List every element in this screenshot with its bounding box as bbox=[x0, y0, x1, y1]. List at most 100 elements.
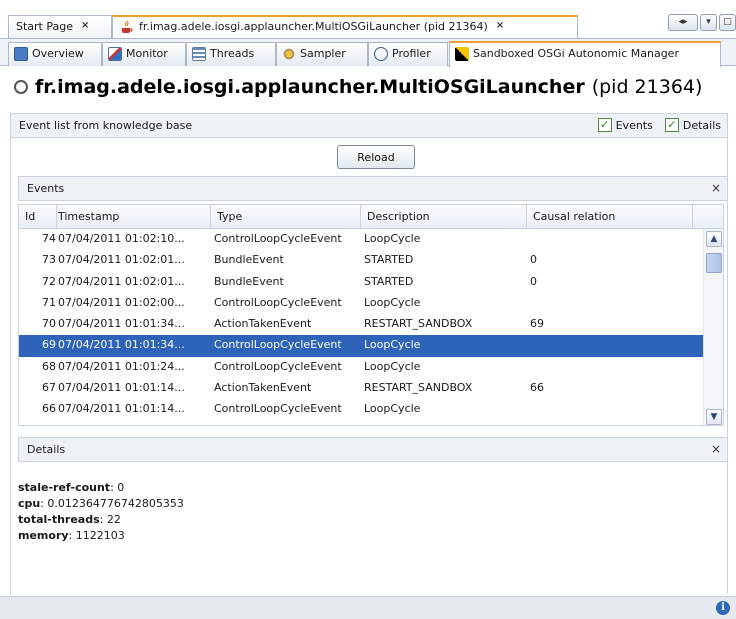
table-row[interactable]: 67 07/04/2011 01:01:14... ActionTakenEvent… bbox=[19, 378, 723, 399]
tab-label: Start Page bbox=[16, 20, 73, 33]
cell-description: STARTED bbox=[364, 253, 414, 267]
detail-key: cpu bbox=[18, 497, 41, 510]
tab-overview[interactable]: Overview bbox=[8, 42, 102, 66]
tab-label: Profiler bbox=[392, 47, 431, 60]
tab-profiler[interactable]: Profiler bbox=[368, 42, 448, 66]
cell-timestamp: 07/04/2011 01:02:01... bbox=[58, 274, 185, 288]
cell-timestamp: 07/04/2011 01:02:00... bbox=[58, 295, 185, 309]
cell-type: ControlLoopCycleEvent bbox=[214, 232, 342, 245]
sampler-icon bbox=[282, 47, 296, 61]
cell-id: 73 bbox=[42, 253, 56, 267]
events-checkbox-label: Events bbox=[615, 118, 653, 132]
detail-key: memory bbox=[18, 529, 69, 542]
details-checkbox[interactable]: ✓ Details bbox=[664, 118, 721, 132]
cell-causal-relation bbox=[527, 335, 693, 356]
detail-key: stale-ref-count bbox=[18, 481, 111, 494]
scroll-tabs-button[interactable]: ◂▸ bbox=[668, 14, 698, 31]
vertical-scrollbar[interactable]: ▲ ▼ bbox=[703, 229, 723, 425]
cell-id: 66 bbox=[42, 402, 56, 416]
cell-id: 69 bbox=[42, 338, 56, 352]
tab-label: Sandboxed OSGi Autonomic Manager bbox=[473, 47, 679, 60]
column-header-id[interactable]: Id bbox=[19, 205, 57, 228]
tab-application[interactable]: fr.imag.adele.iosgi.applauncher.MultiOSG… bbox=[112, 15, 578, 38]
tab-sampler[interactable]: Sampler bbox=[276, 42, 368, 66]
cell-causal-relation bbox=[527, 357, 693, 378]
overview-icon bbox=[14, 47, 28, 61]
cell-causal-relation: 0 bbox=[530, 274, 537, 288]
scroll-up-icon[interactable]: ▲ bbox=[706, 231, 722, 247]
cell-description: STARTED bbox=[364, 274, 414, 288]
tab-list-dropdown-icon[interactable]: ▾ bbox=[700, 14, 717, 31]
tab-start-page[interactable]: Start Page × bbox=[8, 15, 112, 38]
close-icon[interactable]: × bbox=[496, 20, 504, 31]
java-cup-icon bbox=[120, 20, 134, 34]
maximize-icon[interactable]: □ bbox=[719, 14, 736, 31]
column-header-causal-relation[interactable]: Causal relation bbox=[527, 205, 693, 228]
reload-button[interactable]: Reload bbox=[337, 145, 415, 169]
events-section-bar: Events × bbox=[18, 176, 728, 201]
close-icon[interactable]: × bbox=[711, 442, 721, 456]
events-table: Id Timestamp Type Description Causal rel… bbox=[18, 204, 724, 426]
cell-type: ActionTakenEvent bbox=[214, 381, 312, 395]
table-row[interactable]: 69 07/04/2011 01:01:34... ControlLoopCycle… bbox=[19, 335, 723, 357]
view-tab-strip: Overview Monitor Threads Sampler Profile… bbox=[0, 38, 736, 67]
cell-description: RESTART_SANDBOX bbox=[364, 381, 473, 395]
status-circle-icon bbox=[14, 80, 28, 94]
detail-line: stale-ref-count: 0 bbox=[18, 480, 184, 496]
table-row[interactable]: 71 07/04/2011 01:02:00... ControlLoopCycle… bbox=[19, 293, 723, 314]
cell-timestamp: 07/04/2011 01:02:01... bbox=[58, 253, 185, 267]
checkmark-icon[interactable]: ✓ bbox=[597, 118, 612, 132]
app-name: fr.imag.adele.iosgi.applauncher.MultiOSG… bbox=[35, 76, 585, 98]
cell-causal-relation bbox=[527, 229, 693, 250]
checkmark-icon[interactable]: ✓ bbox=[664, 118, 679, 132]
knowledge-base-bar: Event list from knowledge base ✓ Events … bbox=[10, 113, 728, 138]
scroll-down-icon[interactable]: ▼ bbox=[706, 409, 722, 425]
status-bar: i bbox=[0, 596, 736, 619]
osgi-manager-icon bbox=[455, 47, 469, 61]
scroll-thumb[interactable] bbox=[706, 253, 722, 273]
cell-type: ControlLoopCycleEvent bbox=[214, 338, 342, 352]
table-row[interactable]: 74 07/04/2011 01:02:10... ControlLoopCycle… bbox=[19, 229, 723, 250]
column-header-description[interactable]: Description bbox=[361, 205, 527, 228]
cell-id: 71 bbox=[42, 295, 56, 309]
monitor-icon bbox=[108, 47, 122, 61]
table-header: Id Timestamp Type Description Causal rel… bbox=[19, 205, 723, 229]
tab-monitor[interactable]: Monitor bbox=[102, 42, 186, 66]
detail-value: : 1122103 bbox=[68, 529, 125, 542]
cell-timestamp: 07/04/2011 01:01:14... bbox=[58, 381, 185, 395]
cell-type: BundleEvent bbox=[214, 274, 284, 288]
cell-type: ControlLoopCycleEvent bbox=[214, 295, 342, 309]
cell-type: ActionTakenEvent bbox=[214, 317, 312, 331]
cell-causal-relation: 69 bbox=[530, 317, 544, 331]
table-row[interactable]: 70 07/04/2011 01:01:34... ActionTakenEvent… bbox=[19, 314, 723, 335]
cell-timestamp: 07/04/2011 01:01:34... bbox=[58, 338, 185, 352]
tab-label: Overview bbox=[32, 47, 84, 60]
tab-threads[interactable]: Threads bbox=[186, 42, 276, 66]
events-section-label: Events bbox=[27, 182, 65, 195]
detail-line: total-threads: 22 bbox=[18, 512, 184, 528]
detail-line: cpu: 0.012364776742805353 bbox=[18, 496, 184, 512]
panel-border-left bbox=[10, 113, 11, 594]
info-icon[interactable]: i bbox=[716, 601, 730, 615]
events-checkbox[interactable]: ✓ Events bbox=[597, 118, 653, 132]
cell-id: 67 bbox=[42, 381, 56, 395]
cell-causal-relation: 0 bbox=[530, 253, 537, 267]
detail-line: memory: 1122103 bbox=[18, 528, 184, 544]
cell-description: LoopCycle bbox=[364, 359, 421, 373]
column-header-timestamp[interactable]: Timestamp bbox=[57, 205, 211, 228]
close-icon[interactable]: × bbox=[711, 181, 721, 195]
cell-description: LoopCycle bbox=[364, 338, 421, 352]
threads-icon bbox=[192, 47, 206, 61]
close-icon[interactable]: × bbox=[81, 20, 89, 31]
column-header-type[interactable]: Type bbox=[211, 205, 361, 228]
detail-key: total-threads bbox=[18, 513, 100, 526]
cell-timestamp: 07/04/2011 01:02:10... bbox=[58, 232, 185, 245]
tab-label: Sampler bbox=[300, 47, 346, 60]
tab-osgi-manager[interactable]: Sandboxed OSGi Autonomic Manager bbox=[449, 41, 721, 67]
table-row[interactable]: 66 07/04/2011 01:01:14... ControlLoopCycle… bbox=[19, 399, 723, 420]
tab-label: Monitor bbox=[126, 47, 168, 60]
table-row[interactable]: 73 07/04/2011 01:02:01... BundleEvent START… bbox=[19, 250, 723, 271]
cell-type: ControlLoopCycleEvent bbox=[214, 402, 342, 416]
table-row[interactable]: 72 07/04/2011 01:02:01... BundleEvent START… bbox=[19, 272, 723, 293]
table-row[interactable]: 68 07/04/2011 01:01:24... ControlLoopCycle… bbox=[19, 357, 723, 378]
